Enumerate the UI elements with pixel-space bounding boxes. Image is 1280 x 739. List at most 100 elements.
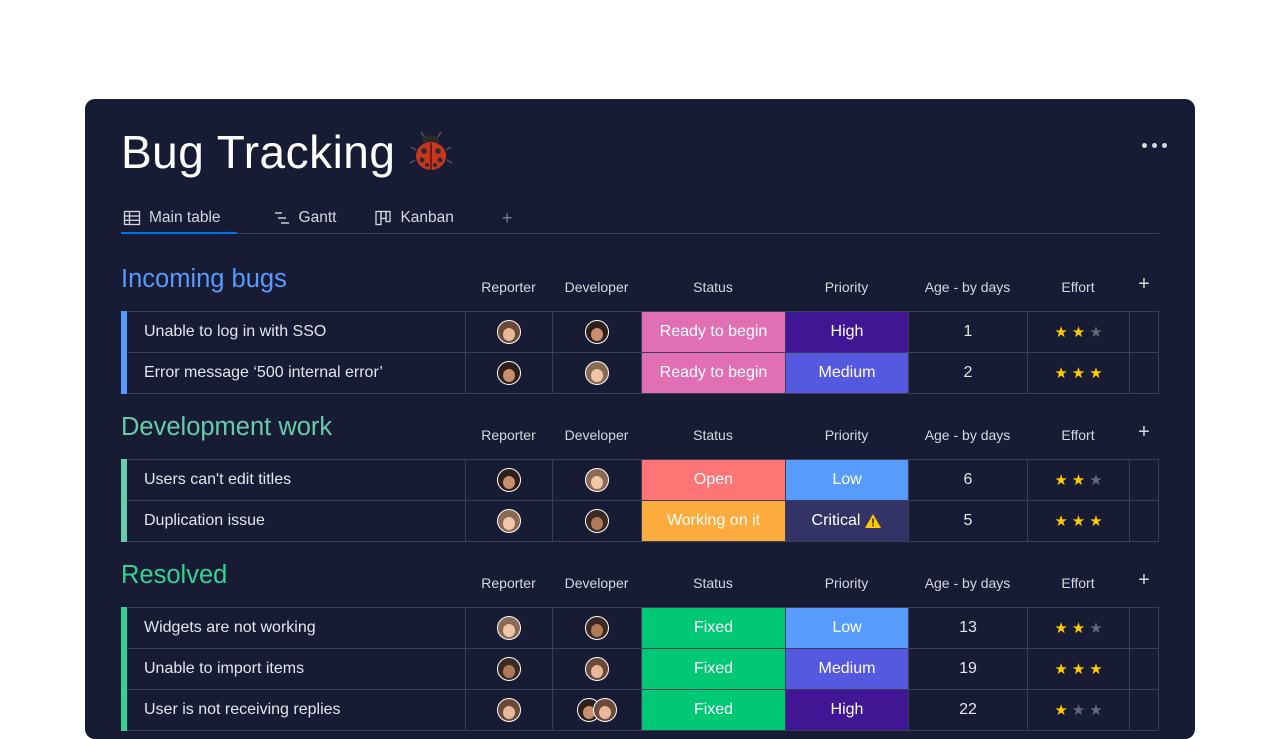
tab-main-table[interactable]: Main table — [121, 203, 237, 234]
table-row[interactable]: Error message ‘500 internal error’ Ready … — [121, 353, 1159, 394]
status-label[interactable]: Fixed — [641, 690, 785, 730]
star-icon[interactable]: ★ — [1054, 621, 1067, 636]
star-icon[interactable]: ★ — [1072, 473, 1085, 488]
effort-rating[interactable]: ★ ★ ★ — [1027, 353, 1129, 393]
effort-rating[interactable]: ★ ★ ★ — [1027, 501, 1129, 541]
item-name[interactable]: Widgets are not working — [127, 608, 465, 648]
column-header-status[interactable]: Status — [641, 575, 785, 591]
reporter-cell[interactable] — [465, 353, 552, 393]
group-title[interactable]: Development work — [121, 413, 332, 442]
star-icon[interactable]: ★ — [1089, 325, 1102, 340]
developer-cell[interactable] — [552, 501, 641, 541]
table-row[interactable]: Widgets are not working Fixed Low 13 ★ ★ ★ — [121, 607, 1159, 649]
add-column-button[interactable]: + — [1129, 569, 1159, 592]
column-header-reporter[interactable]: Reporter — [465, 575, 552, 591]
tab-kanban[interactable]: Kanban — [372, 203, 455, 233]
column-header-developer[interactable]: Developer — [552, 279, 641, 295]
column-header-age[interactable]: Age - by days — [908, 279, 1027, 295]
status-label[interactable]: Fixed — [641, 649, 785, 689]
column-header-reporter[interactable]: Reporter — [465, 279, 552, 295]
reporter-cell[interactable] — [465, 501, 552, 541]
column-header-status[interactable]: Status — [641, 279, 785, 295]
group-title[interactable]: Resolved — [121, 561, 227, 590]
reporter-cell[interactable] — [465, 460, 552, 500]
developer-cell[interactable] — [552, 353, 641, 393]
age-value[interactable]: 1 — [908, 312, 1027, 352]
effort-rating[interactable]: ★ ★ ★ — [1027, 312, 1129, 352]
star-icon[interactable]: ★ — [1089, 473, 1102, 488]
star-icon[interactable]: ★ — [1054, 325, 1067, 340]
table-row[interactable]: Unable to log in with SSO Ready to begin H… — [121, 311, 1159, 353]
column-header-developer[interactable]: Developer — [552, 427, 641, 443]
priority-label[interactable]: High — [785, 690, 908, 730]
item-name[interactable]: Unable to import items — [127, 649, 465, 689]
star-icon[interactable]: ★ — [1089, 366, 1102, 381]
more-options-button[interactable] — [1142, 143, 1167, 148]
effort-rating[interactable]: ★ ★ ★ — [1027, 460, 1129, 500]
developer-cell[interactable] — [552, 608, 641, 648]
item-name[interactable]: Error message ‘500 internal error’ — [127, 353, 465, 393]
priority-label[interactable]: Medium — [785, 353, 908, 393]
column-header-age[interactable]: Age - by days — [908, 575, 1027, 591]
developer-cell[interactable] — [552, 312, 641, 352]
reporter-cell[interactable] — [465, 608, 552, 648]
table-row[interactable]: Unable to import items Fixed Medium 19 ★ ★ ★ — [121, 649, 1159, 690]
star-icon[interactable]: ★ — [1072, 662, 1085, 677]
column-header-status[interactable]: Status — [641, 427, 785, 443]
column-header-effort[interactable]: Effort — [1027, 279, 1129, 295]
status-label[interactable]: Working on it — [641, 501, 785, 541]
star-icon[interactable]: ★ — [1089, 662, 1102, 677]
column-header-priority[interactable]: Priority — [785, 427, 908, 443]
table-row[interactable]: Duplication issue Working on it Critical 5 ★… — [121, 501, 1159, 542]
status-label[interactable]: Open — [641, 460, 785, 500]
age-value[interactable]: 2 — [908, 353, 1027, 393]
age-value[interactable]: 19 — [908, 649, 1027, 689]
developer-cell[interactable] — [552, 460, 641, 500]
column-header-developer[interactable]: Developer — [552, 575, 641, 591]
add-column-button[interactable]: + — [1129, 421, 1159, 444]
column-header-priority[interactable]: Priority — [785, 575, 908, 591]
star-icon[interactable]: ★ — [1054, 514, 1067, 529]
age-value[interactable]: 13 — [908, 608, 1027, 648]
add-view-button[interactable]: + — [502, 203, 513, 233]
reporter-cell[interactable] — [465, 690, 552, 730]
reporter-cell[interactable] — [465, 312, 552, 352]
column-header-reporter[interactable]: Reporter — [465, 427, 552, 443]
column-header-priority[interactable]: Priority — [785, 279, 908, 295]
effort-rating[interactable]: ★ ★ ★ — [1027, 649, 1129, 689]
item-name[interactable]: User is not receiving replies — [127, 690, 465, 730]
age-value[interactable]: 22 — [908, 690, 1027, 730]
star-icon[interactable]: ★ — [1072, 621, 1085, 636]
tab-gantt[interactable]: Gantt — [271, 203, 339, 233]
star-icon[interactable]: ★ — [1089, 514, 1102, 529]
priority-label[interactable]: Low — [785, 460, 908, 500]
star-icon[interactable]: ★ — [1072, 366, 1085, 381]
table-row[interactable]: Users can't edit titles Open Low 6 ★ ★ ★ — [121, 459, 1159, 501]
star-icon[interactable]: ★ — [1054, 366, 1067, 381]
star-icon[interactable]: ★ — [1089, 703, 1102, 718]
status-label[interactable]: Ready to begin — [641, 312, 785, 352]
developer-cell[interactable] — [552, 690, 641, 730]
priority-label[interactable]: Critical — [785, 501, 908, 541]
column-header-age[interactable]: Age - by days — [908, 427, 1027, 443]
priority-label[interactable]: High — [785, 312, 908, 352]
priority-label[interactable]: Medium — [785, 649, 908, 689]
item-name[interactable]: Duplication issue — [127, 501, 465, 541]
status-label[interactable]: Ready to begin — [641, 353, 785, 393]
developer-cell[interactable] — [552, 649, 641, 689]
age-value[interactable]: 6 — [908, 460, 1027, 500]
star-icon[interactable]: ★ — [1089, 621, 1102, 636]
priority-label[interactable]: Low — [785, 608, 908, 648]
reporter-cell[interactable] — [465, 649, 552, 689]
table-row[interactable]: User is not receiving replies Fixed High 22… — [121, 690, 1159, 731]
star-icon[interactable]: ★ — [1054, 703, 1067, 718]
column-header-effort[interactable]: Effort — [1027, 427, 1129, 443]
star-icon[interactable]: ★ — [1054, 662, 1067, 677]
group-title[interactable]: Incoming bugs — [121, 265, 287, 294]
item-name[interactable]: Users can't edit titles — [127, 460, 465, 500]
status-label[interactable]: Fixed — [641, 608, 785, 648]
star-icon[interactable]: ★ — [1072, 325, 1085, 340]
effort-rating[interactable]: ★ ★ ★ — [1027, 690, 1129, 730]
star-icon[interactable]: ★ — [1072, 514, 1085, 529]
star-icon[interactable]: ★ — [1072, 703, 1085, 718]
